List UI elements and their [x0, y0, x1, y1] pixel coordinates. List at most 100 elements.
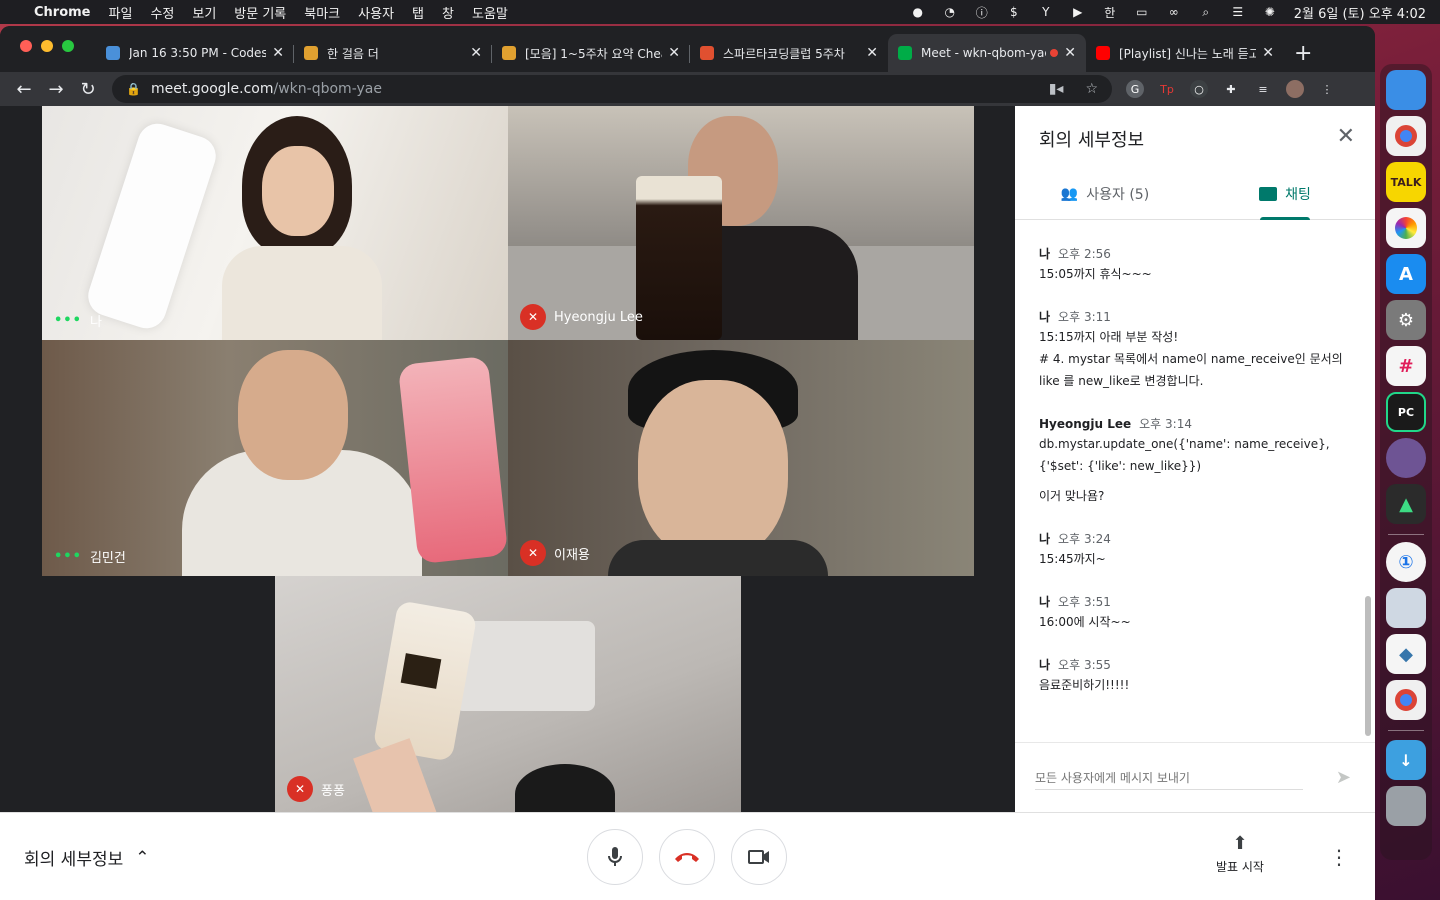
chrome-canary-icon[interactable]	[1386, 680, 1426, 720]
menu-view[interactable]: 보기	[192, 3, 216, 22]
menu-history[interactable]: 방문 기록	[234, 3, 286, 22]
github-icon[interactable]	[1386, 438, 1426, 478]
dock-separator	[1388, 730, 1424, 731]
control-center-icon[interactable]: ☰	[1230, 5, 1246, 19]
finder-icon[interactable]	[1386, 70, 1426, 110]
video-tile-jaeyong[interactable]: ✕ 이재용	[508, 340, 974, 576]
menu-file[interactable]: 파일	[109, 3, 133, 22]
tab-codes[interactable]: Jan 16 3:50 PM - Codes ✕	[96, 34, 294, 72]
close-tab-icon[interactable]: ✕	[668, 45, 680, 61]
fork-status-icon[interactable]: Y	[1038, 5, 1054, 19]
siri-icon[interactable]: ✺	[1262, 5, 1278, 19]
input-method-icon[interactable]: 한	[1102, 5, 1118, 20]
reload-icon[interactable]: ↻	[72, 79, 104, 100]
close-tab-icon[interactable]: ✕	[272, 45, 284, 61]
menu-help[interactable]: 도움말	[472, 3, 508, 22]
extensions-area: G Tp ○ ✚ ≡ ⋮	[1126, 80, 1336, 98]
avatar[interactable]	[1286, 80, 1304, 98]
forward-icon[interactable]: →	[40, 79, 72, 100]
message-text: 15:15까지 아래 부분 작성!	[1039, 330, 1179, 344]
video-grid: ••• 나 ✕ Hyeongju Lee ••• 김민건 ✕ 이재용 ✕ 퐁퐁	[0, 106, 1015, 812]
video-tile-pongpong[interactable]: ✕ 퐁퐁	[275, 576, 741, 812]
1password-status-icon[interactable]: ⓘ	[974, 5, 990, 20]
downloads-icon[interactable]: ↓	[1386, 740, 1426, 780]
new-tab-button[interactable]: +	[1294, 34, 1312, 72]
shirt-shape	[222, 246, 382, 340]
1password-icon[interactable]: ①	[1386, 542, 1426, 582]
video-tile-mingeon[interactable]: ••• 김민건	[42, 340, 508, 576]
media-control-icon[interactable]: ≡	[1254, 80, 1272, 98]
menu-window[interactable]: 창	[442, 3, 454, 22]
video-tile-self[interactable]: ••• 나	[42, 106, 508, 340]
slack-icon[interactable]: #	[1386, 346, 1426, 386]
message-sender: 나	[1039, 532, 1051, 546]
puzzle-icon[interactable]: ✚	[1222, 80, 1240, 98]
close-panel-icon[interactable]: ✕	[1337, 124, 1355, 149]
menu-tab[interactable]: 탭	[412, 3, 424, 22]
trash-icon[interactable]	[1386, 786, 1426, 826]
photos-icon[interactable]	[1386, 208, 1426, 248]
participant-label: ••• 나	[54, 311, 102, 330]
close-tab-icon[interactable]: ✕	[1262, 45, 1274, 61]
play-status-icon[interactable]: ▶	[1070, 5, 1086, 19]
tab-chat[interactable]: 채팅	[1195, 168, 1375, 219]
status-sync-icon[interactable]: ◔	[942, 5, 958, 19]
menu-clock[interactable]: 2월 6일 (토) 오후 4:02	[1294, 3, 1426, 22]
chat-messages[interactable]: 나 오후 2:56 15:05까지 휴식~~~ 나 오후 3:11 15:15까지 …	[1015, 221, 1375, 741]
kakaotalk-icon[interactable]: TALK	[1386, 162, 1426, 202]
leave-call-button[interactable]	[659, 829, 715, 885]
dollar-status-icon[interactable]: $	[1006, 5, 1022, 19]
close-window-button[interactable]	[20, 40, 32, 52]
bookmark-star-icon[interactable]: ☆	[1085, 81, 1098, 97]
preview-icon[interactable]	[1386, 588, 1426, 628]
search-icon[interactable]: ⌕	[1198, 5, 1214, 19]
extension-circle-icon[interactable]: ○	[1190, 80, 1208, 98]
tab-playlist[interactable]: [Playlist] 신나는 노래 듣고 ✕	[1086, 34, 1284, 72]
chrome-menu-icon[interactable]: ⋮	[1318, 80, 1336, 98]
menu-profiles[interactable]: 사용자	[358, 3, 394, 22]
address-bar[interactable]: 🔒 meet.google.com/wkn-qbom-yae ▮◂ ☆	[112, 75, 1112, 103]
people-icon: 👥	[1060, 185, 1079, 202]
ceiling-light-shape	[455, 621, 595, 711]
send-icon[interactable]: ➤	[1336, 767, 1351, 788]
chat-message: 나 오후 3:11 15:15까지 아래 부분 작성! # 4. mystar 목…	[1039, 308, 1351, 391]
mic-button[interactable]	[587, 829, 643, 885]
minimize-window-button[interactable]	[41, 40, 53, 52]
close-tab-icon[interactable]: ✕	[470, 45, 482, 61]
tab-meet[interactable]: Meet - wkn-qbom-yae ✕	[888, 34, 1086, 72]
chrome-icon[interactable]	[1386, 116, 1426, 156]
rocket-icon[interactable]: ▲	[1386, 484, 1426, 524]
camera-permission-icon[interactable]: ▮◂	[1049, 81, 1064, 97]
python-icon[interactable]: ◆	[1386, 634, 1426, 674]
meeting-details-button[interactable]: 회의 세부정보 ⌃	[24, 845, 150, 871]
back-icon[interactable]: ←	[8, 79, 40, 100]
menu-bookmarks[interactable]: 북마크	[304, 3, 340, 22]
close-tab-icon[interactable]: ✕	[1064, 45, 1076, 61]
menu-bar: Chrome 파일 수정 보기 방문 기록 북마크 사용자 탭 창 도움말 ● …	[0, 0, 1440, 24]
system-preferences-icon[interactable]: ⚙	[1386, 300, 1426, 340]
extension-icon[interactable]: G	[1126, 80, 1144, 98]
link-status-icon[interactable]: ∞	[1166, 5, 1182, 19]
tab-people[interactable]: 👥 사용자 (5)	[1015, 168, 1195, 219]
tab-one-step-more[interactable]: 한 걸음 더 ✕	[294, 34, 492, 72]
pycharm-icon[interactable]: PC	[1386, 392, 1426, 432]
chat-input[interactable]	[1035, 767, 1303, 790]
menu-edit[interactable]: 수정	[150, 3, 174, 22]
tab-cheatsheet[interactable]: [모음] 1~5주차 요약 Cheat ✕	[492, 34, 690, 72]
tab-sparta-week5[interactable]: 스파르타코딩클럽 5주차 ✕	[690, 34, 888, 72]
video-tile-hyeongju[interactable]: ✕ Hyeongju Lee	[508, 106, 974, 340]
status-app-icon[interactable]: ●	[910, 5, 926, 19]
menu-app-name[interactable]: Chrome	[34, 5, 91, 20]
extension-tp-icon[interactable]: Tp	[1158, 80, 1176, 98]
battery-icon[interactable]: ▭	[1134, 5, 1150, 19]
zoom-window-button[interactable]	[62, 40, 74, 52]
meeting-details-label: 회의 세부정보	[24, 850, 124, 870]
lock-icon[interactable]: 🔒	[126, 82, 141, 96]
camera-button[interactable]	[731, 829, 787, 885]
close-tab-icon[interactable]: ✕	[866, 45, 878, 61]
present-now-button[interactable]: ⬆ 발표 시작	[1200, 833, 1280, 875]
more-options-icon[interactable]: ⋮	[1329, 845, 1349, 869]
appstore-icon[interactable]: A	[1386, 254, 1426, 294]
chat-scrollbar[interactable]	[1365, 596, 1371, 736]
beer-glass-shape	[636, 176, 722, 340]
